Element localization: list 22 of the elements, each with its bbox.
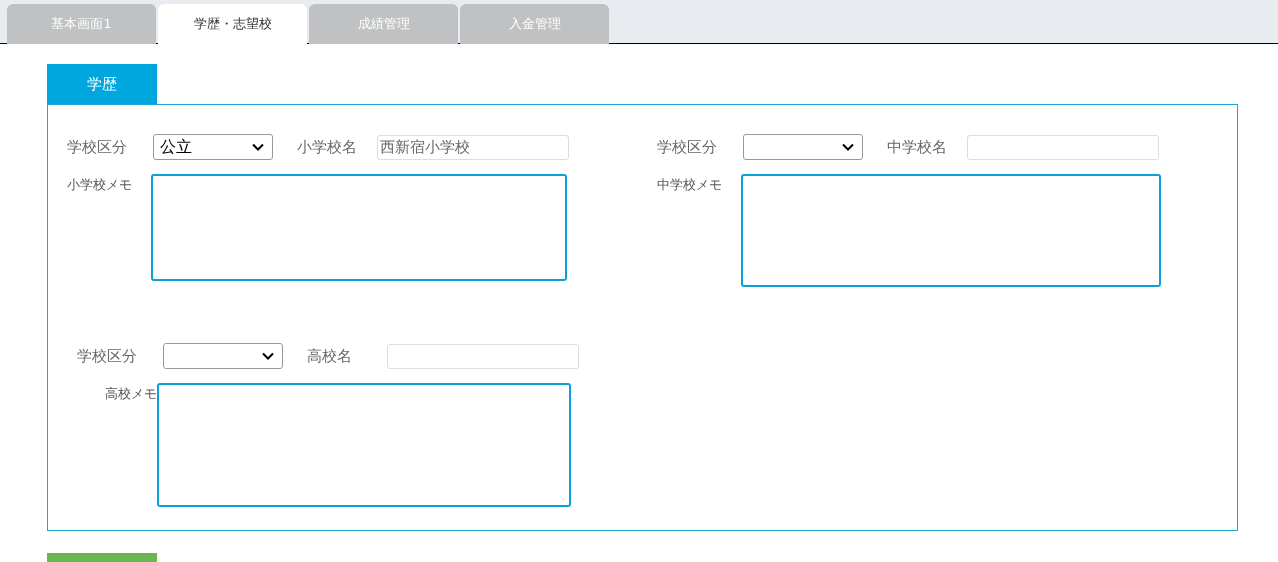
input-field[interactable]: 西新宿小学校 (377, 134, 569, 160)
textarea-field[interactable] (741, 174, 1161, 287)
input-field[interactable] (387, 343, 579, 369)
input-field[interactable] (967, 134, 1159, 160)
tab[interactable]: 学歴・志望校 (158, 4, 307, 44)
field-label: 高校メモ (104, 385, 157, 403)
field-label: 学校区分 (67, 137, 128, 157)
select-field[interactable]: 公立 (153, 134, 273, 160)
field-label: 学校区分 (77, 346, 138, 366)
field-label: 中学校メモ (657, 176, 723, 194)
caret-icon (262, 352, 274, 360)
field-label: 小学校メモ (67, 176, 133, 194)
select-field[interactable] (163, 343, 283, 369)
textarea-field[interactable] (157, 383, 571, 507)
caret-icon (252, 143, 264, 151)
select-field[interactable] (743, 134, 863, 160)
field-label: 高校名 (307, 346, 353, 366)
caret-icon (842, 143, 854, 151)
field-label: 中学校名 (887, 137, 948, 157)
field-label: 小学校名 (297, 137, 358, 157)
textarea-field[interactable] (151, 174, 567, 281)
field-label: 学校区分 (657, 137, 718, 157)
